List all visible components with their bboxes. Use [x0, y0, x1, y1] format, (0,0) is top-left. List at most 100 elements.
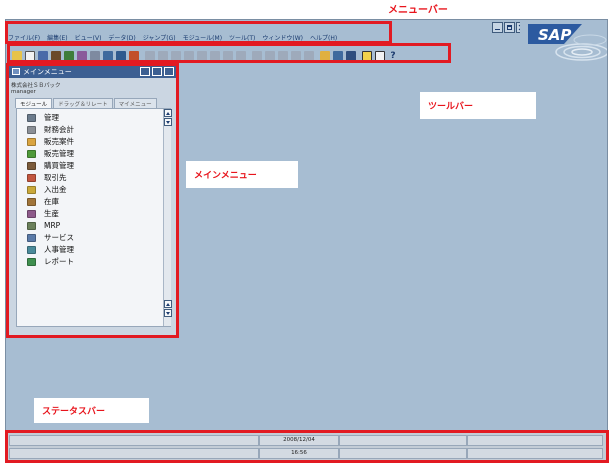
filter-icon[interactable]	[145, 50, 155, 61]
purchasing-icon	[27, 161, 36, 170]
module-item-banking[interactable]: 入出金	[27, 184, 67, 195]
module-item-production[interactable]: 生産	[27, 208, 59, 219]
menu-goto[interactable]: ジャンプ(G)	[143, 33, 176, 42]
service-icon	[27, 233, 36, 242]
module-item-financials[interactable]: 財務会計	[27, 124, 74, 135]
menu-file[interactable]: ファイル(F)	[8, 33, 40, 42]
module-item-sales[interactable]: 販売管理	[27, 148, 74, 159]
status-field-3	[339, 435, 467, 446]
screenshot-stage: メニューバー ファイル(F) 編集(E) ビュー(V) データ(D) ジャンプ(…	[0, 0, 613, 465]
module-item-label: 財務会計	[44, 125, 74, 134]
menu-bar: ファイル(F) 編集(E) ビュー(V) データ(D) ジャンプ(G) モジュー…	[6, 29, 406, 45]
status-message-field	[9, 435, 259, 446]
status-field-5	[467, 435, 603, 446]
menu-data[interactable]: データ(D)	[108, 33, 135, 42]
form-settings-icon[interactable]	[304, 50, 314, 61]
module-item-label: 生産	[44, 209, 59, 218]
gross-profit-icon[interactable]	[291, 50, 301, 61]
module-item-label: 入出金	[44, 185, 67, 194]
funnel-icon[interactable]	[223, 50, 233, 61]
main-menu-tabs: モジュール ドラッグ＆リレート マイメニュー	[15, 98, 158, 108]
module-item-human-resources[interactable]: 人事管理	[27, 244, 74, 255]
minimize-icon[interactable]	[492, 22, 503, 33]
target-document-icon[interactable]	[265, 50, 275, 61]
scroll-up-icon[interactable]	[164, 300, 172, 308]
callout-main-menu: メインメニュー	[186, 161, 298, 188]
module-item-purchasing[interactable]: 購買管理	[27, 160, 74, 171]
messages-icon[interactable]	[333, 50, 343, 61]
journal-icon[interactable]	[278, 50, 288, 61]
module-item-label: 人事管理	[44, 245, 74, 254]
base-document-icon[interactable]	[252, 50, 262, 61]
module-item-opportunities[interactable]: 販売案件	[27, 136, 74, 147]
layout-icon[interactable]	[236, 50, 246, 61]
status-field-4	[339, 448, 467, 459]
status-bar: 2008/12/04 16:56	[7, 432, 606, 462]
module-item-label: 取引先	[44, 173, 67, 182]
callout-statusbar: ステータスバー	[34, 398, 149, 423]
callout-menubar: メニューバー	[388, 5, 448, 16]
scroll-up-icon[interactable]	[164, 109, 172, 117]
sort-icon[interactable]	[158, 50, 168, 61]
save-icon[interactable]	[38, 50, 48, 61]
paste-icon[interactable]	[197, 50, 207, 61]
module-item-reports[interactable]: レポート	[27, 256, 74, 267]
window-icon[interactable]	[375, 50, 385, 61]
module-item-mrp[interactable]: MRP	[27, 220, 60, 231]
module-item-label: 在庫	[44, 197, 59, 206]
help-icon[interactable]: ?	[388, 51, 398, 61]
menu-help[interactable]: ヘルプ(H)	[310, 33, 337, 42]
menu-window[interactable]: ウィンドウ(W)	[262, 33, 303, 42]
find-icon[interactable]	[64, 50, 74, 61]
new-document-icon[interactable]	[12, 50, 22, 61]
sap-application-window: ファイル(F) 編集(E) ビュー(V) データ(D) ジャンプ(G) モジュー…	[5, 19, 608, 463]
main-menu-minimize-icon[interactable]	[140, 67, 150, 76]
last-record-icon[interactable]	[129, 50, 139, 61]
menu-tools[interactable]: ツール(T)	[229, 33, 255, 42]
module-item-label: 販売管理	[44, 149, 74, 158]
previous-record-icon[interactable]	[103, 50, 113, 61]
tab-drag-relate[interactable]: ドラッグ＆リレート	[53, 98, 113, 108]
scroll-down-icon[interactable]	[164, 309, 172, 317]
menu-view[interactable]: ビュー(V)	[75, 33, 102, 42]
callout-toolbar: ツールバー	[420, 92, 536, 119]
module-item-inventory[interactable]: 在庫	[27, 196, 59, 207]
module-list: 管理 財務会計 販売案件 販売管理 購買管理 取引先 入出金 在庫 生産 MRP…	[16, 108, 172, 327]
module-item-label: 管理	[44, 113, 59, 122]
module-item-label: 販売案件	[44, 137, 74, 146]
copy-icon[interactable]	[184, 50, 194, 61]
pencil-icon[interactable]	[320, 50, 330, 61]
status-time: 16:56	[259, 448, 339, 459]
main-menu-window-icon	[12, 68, 20, 75]
main-menu-titlebar[interactable]: メインメニュー	[9, 66, 178, 78]
main-menu-maximize-icon[interactable]	[152, 67, 162, 76]
inventory-icon	[27, 197, 36, 206]
financials-icon	[27, 125, 36, 134]
preview-icon[interactable]	[77, 50, 87, 61]
module-list-scrollbar[interactable]	[163, 109, 172, 326]
menu-modules[interactable]: モジュール(M)	[183, 33, 222, 42]
scroll-down-icon[interactable]	[164, 118, 172, 126]
alert-icon[interactable]	[362, 50, 372, 61]
mrp-icon	[27, 221, 36, 230]
status-field-6	[467, 448, 603, 459]
module-item-administration[interactable]: 管理	[27, 112, 59, 123]
module-item-business-partners[interactable]: 取引先	[27, 172, 67, 183]
main-menu-close-icon[interactable]	[164, 67, 174, 76]
first-record-icon[interactable]	[90, 50, 100, 61]
open-icon[interactable]	[25, 50, 35, 61]
module-item-label: MRP	[44, 221, 61, 230]
tab-modules[interactable]: モジュール	[15, 98, 53, 108]
maximize-icon[interactable]	[504, 22, 515, 33]
duplicate-icon[interactable]	[210, 50, 220, 61]
calendar-icon[interactable]	[346, 50, 356, 61]
sap-logo-text: SAP	[538, 26, 572, 44]
tab-my-menu[interactable]: マイメニュー	[113, 98, 157, 108]
print-icon[interactable]	[51, 50, 61, 61]
menu-edit[interactable]: 編集(E)	[47, 33, 67, 42]
module-item-service[interactable]: サービス	[27, 232, 74, 243]
module-item-label: 購買管理	[44, 161, 74, 170]
refresh-icon[interactable]	[171, 50, 181, 61]
next-record-icon[interactable]	[116, 50, 126, 61]
administration-icon	[27, 113, 36, 122]
